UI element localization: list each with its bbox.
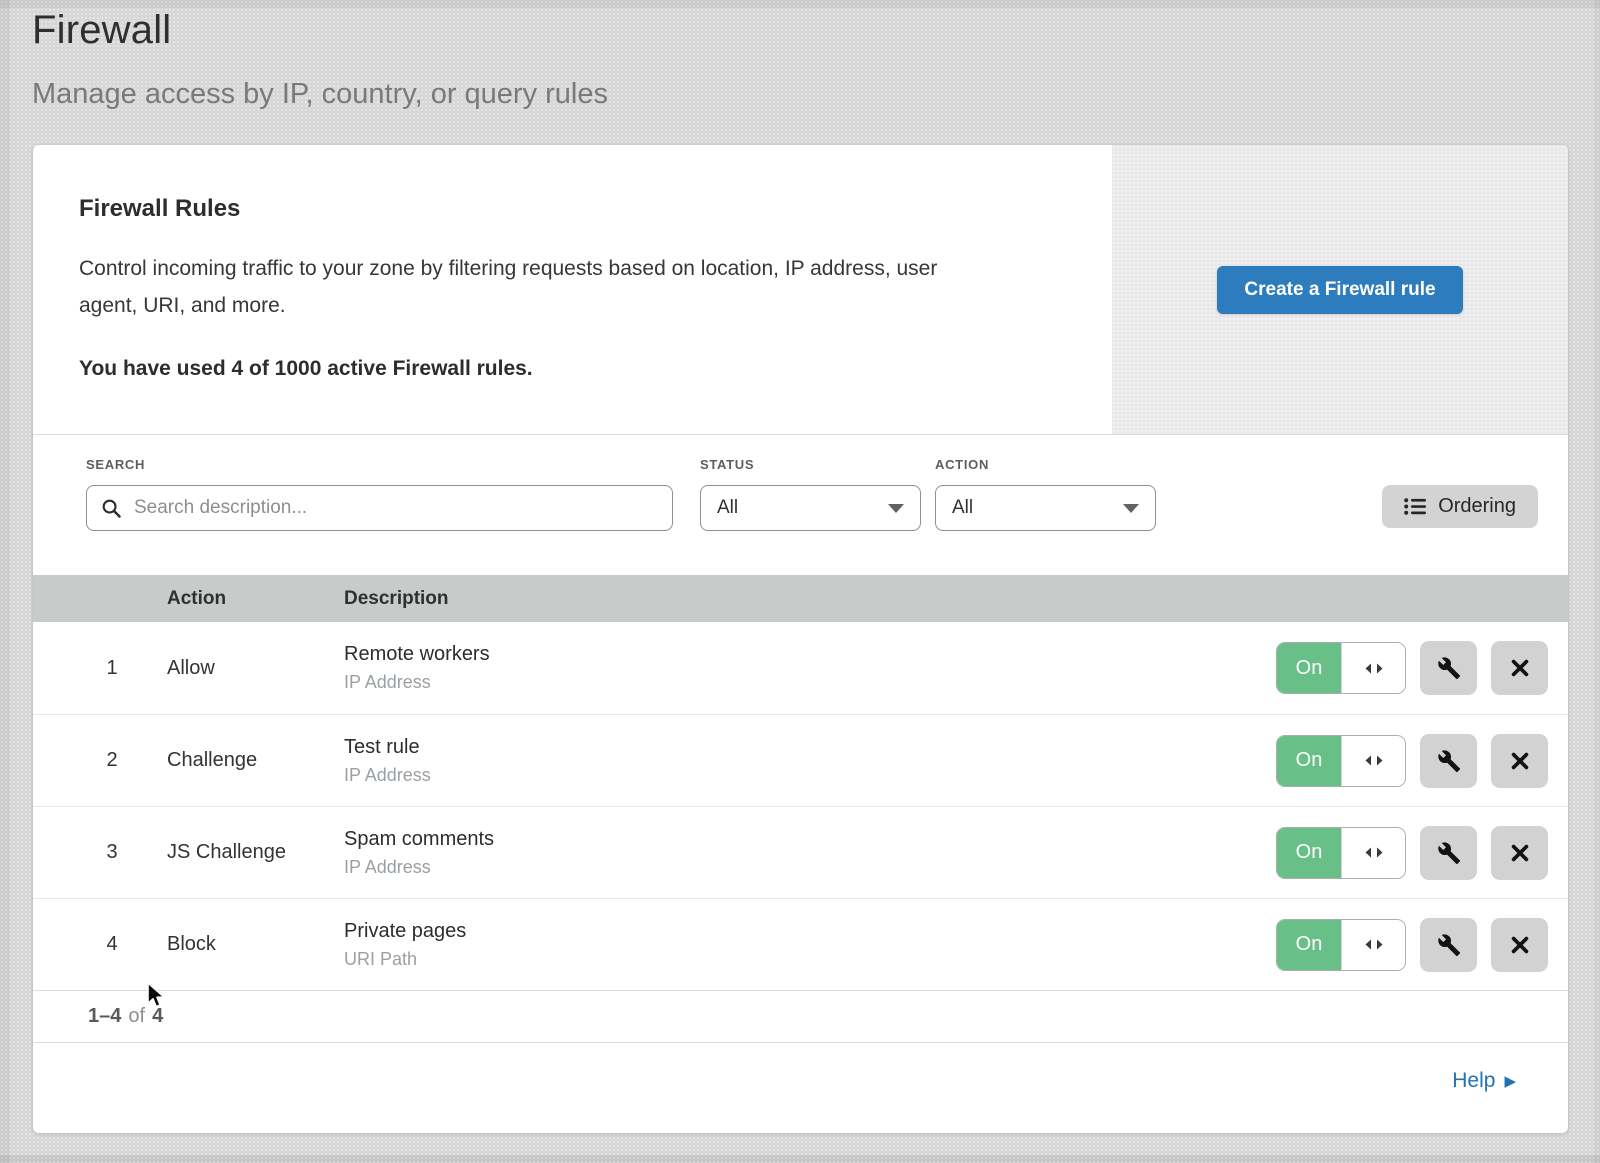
card-intro: Firewall Rules Control incoming traffic … <box>33 145 1112 434</box>
delete-rule-button[interactable] <box>1491 641 1548 695</box>
rule-description-title: Remote workers <box>344 643 1276 666</box>
rule-action: JS Challenge <box>167 841 344 864</box>
status-selected-value: All <box>717 497 738 519</box>
rule-match-type: URI Path <box>344 949 1276 970</box>
table-header: Action Description <box>33 575 1568 622</box>
rule-action: Block <box>167 933 344 956</box>
toggle-handle-icon <box>1341 736 1405 786</box>
close-icon <box>1509 657 1531 679</box>
rule-match-type: IP Address <box>344 672 1276 693</box>
rule-priority: 2 <box>33 749 167 772</box>
toggle-handle-icon <box>1341 828 1405 878</box>
toggle-state-label: On <box>1277 643 1341 693</box>
usage-summary: You have used 4 of 1000 active Firewall … <box>79 357 1112 381</box>
column-action: Action <box>167 588 344 610</box>
rule-action: Challenge <box>167 749 344 772</box>
rule-description: Remote workers IP Address <box>344 643 1276 693</box>
card-top-section: Firewall Rules Control incoming traffic … <box>33 145 1568 435</box>
list-icon <box>1404 497 1426 516</box>
rule-action: Allow <box>167 657 344 680</box>
rule-match-type: IP Address <box>344 857 1276 878</box>
page-subtitle: Manage access by IP, country, or query r… <box>32 78 608 111</box>
status-select[interactable]: All <box>700 485 921 531</box>
card-title: Firewall Rules <box>79 195 1112 223</box>
chevron-down-icon <box>1123 504 1139 513</box>
close-icon <box>1509 750 1531 772</box>
toggle-state-label: On <box>1277 828 1341 878</box>
toggle-handle-icon <box>1341 920 1405 970</box>
status-label: STATUS <box>700 457 921 472</box>
rule-controls: On <box>1276 826 1568 880</box>
card-footer: Help ▶ <box>33 1042 1568 1119</box>
filter-bar: SEARCH STATUS All ACTION All <box>33 435 1568 575</box>
rule-controls: On <box>1276 734 1568 788</box>
rule-controls: On <box>1276 641 1568 695</box>
rule-description-title: Private pages <box>344 920 1276 943</box>
pagination-bar: 1–4 of 4 <box>33 990 1568 1042</box>
create-firewall-rule-button[interactable]: Create a Firewall rule <box>1217 266 1462 314</box>
ordering-button[interactable]: Ordering <box>1382 485 1538 528</box>
rule-priority: 1 <box>33 657 167 680</box>
delete-rule-button[interactable] <box>1491 918 1548 972</box>
action-filter: ACTION All <box>935 457 1156 531</box>
page-title: Firewall <box>32 8 171 53</box>
right-triangle-icon: ▶ <box>1504 1074 1516 1089</box>
action-label: ACTION <box>935 457 1156 472</box>
rule-description: Test rule IP Address <box>344 736 1276 786</box>
rule-enabled-toggle[interactable]: On <box>1276 827 1406 879</box>
search-icon <box>101 498 122 519</box>
close-icon <box>1509 842 1531 864</box>
rule-enabled-toggle[interactable]: On <box>1276 919 1406 971</box>
card-action-panel: Create a Firewall rule <box>1112 145 1568 434</box>
search-input[interactable] <box>132 496 658 520</box>
rule-description: Spam comments IP Address <box>344 828 1276 878</box>
pagination-range: 1–4 <box>88 1005 121 1028</box>
edit-rule-button[interactable] <box>1420 734 1477 788</box>
wrench-icon <box>1437 656 1461 680</box>
card-description: Control incoming traffic to your zone by… <box>79 250 979 324</box>
rule-enabled-toggle[interactable]: On <box>1276 642 1406 694</box>
search-filter: SEARCH <box>86 457 673 531</box>
wrench-icon <box>1437 841 1461 865</box>
rule-priority: 3 <box>33 841 167 864</box>
toggle-state-label: On <box>1277 920 1341 970</box>
help-link[interactable]: Help ▶ <box>1452 1069 1516 1093</box>
table-row: 3 JS Challenge Spam comments IP Address … <box>33 806 1568 898</box>
ordering-button-label: Ordering <box>1438 495 1516 518</box>
chevron-down-icon <box>888 504 904 513</box>
rule-priority: 4 <box>33 933 167 956</box>
search-label: SEARCH <box>86 457 673 472</box>
close-icon <box>1509 934 1531 956</box>
search-box <box>86 485 673 531</box>
pagination-of: of <box>128 1005 145 1028</box>
rule-enabled-toggle[interactable]: On <box>1276 735 1406 787</box>
table-row: 4 Block Private pages URI Path On <box>33 898 1568 990</box>
delete-rule-button[interactable] <box>1491 734 1548 788</box>
status-filter: STATUS All <box>700 457 921 531</box>
rule-description: Private pages URI Path <box>344 920 1276 970</box>
pagination-total: 4 <box>152 1005 163 1028</box>
column-description: Description <box>344 588 1568 610</box>
rule-match-type: IP Address <box>344 765 1276 786</box>
action-selected-value: All <box>952 497 973 519</box>
rule-controls: On <box>1276 918 1568 972</box>
wrench-icon <box>1437 749 1461 773</box>
edit-rule-button[interactable] <box>1420 826 1477 880</box>
delete-rule-button[interactable] <box>1491 826 1548 880</box>
rule-description-title: Test rule <box>344 736 1276 759</box>
action-select[interactable]: All <box>935 485 1156 531</box>
table-row: 1 Allow Remote workers IP Address On <box>33 622 1568 714</box>
edit-rule-button[interactable] <box>1420 641 1477 695</box>
table-row: 2 Challenge Test rule IP Address On <box>33 714 1568 806</box>
firewall-rules-card: Firewall Rules Control incoming traffic … <box>33 145 1568 1133</box>
help-link-label: Help <box>1452 1069 1495 1093</box>
edit-rule-button[interactable] <box>1420 918 1477 972</box>
rule-description-title: Spam comments <box>344 828 1276 851</box>
toggle-handle-icon <box>1341 643 1405 693</box>
wrench-icon <box>1437 933 1461 957</box>
toggle-state-label: On <box>1277 736 1341 786</box>
